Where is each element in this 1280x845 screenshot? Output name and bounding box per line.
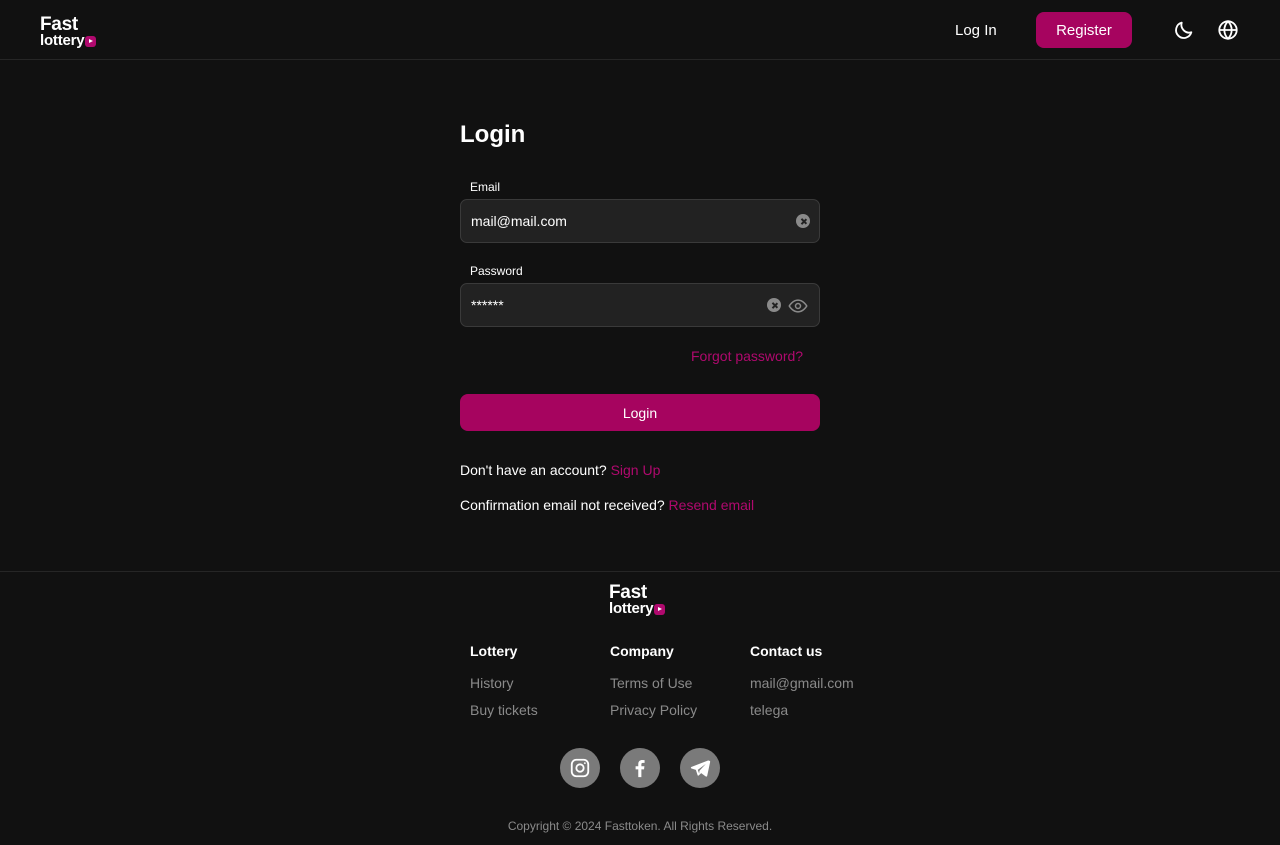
instagram-button[interactable] [560,748,600,788]
password-value[interactable]: ****** [471,297,504,313]
instagram-icon [570,758,590,778]
telegram-icon [690,760,711,777]
email-value[interactable]: mail@mail.com [471,213,567,229]
footer-brand-play-icon [654,604,666,615]
resend-email-link[interactable]: Resend email [669,497,755,513]
eye-icon[interactable] [788,296,808,316]
footer-brand-line2: lottery [609,600,654,617]
password-label: Password [470,264,523,278]
email-field[interactable]: mail@mail.com [460,199,820,243]
globe-icon[interactable] [1217,19,1239,41]
facebook-icon [635,760,645,778]
forgot-password-link[interactable]: Forgot password? [691,348,803,364]
brand-logo[interactable]: Fast lottery [40,15,97,49]
footer-link-privacy[interactable]: Privacy Policy [610,702,697,718]
footer-col-company-title: Company [610,643,674,659]
login-button[interactable]: Login [460,394,820,431]
clear-email-icon[interactable] [796,214,810,228]
moon-icon[interactable] [1173,19,1195,41]
signup-line: Don't have an account? Sign Up [460,462,660,478]
footer-link-email[interactable]: mail@gmail.com [750,675,854,691]
clear-password-icon[interactable] [767,298,781,312]
footer-link-telega[interactable]: telega [750,702,788,718]
brand-line2-wrap: lottery [40,32,97,49]
password-field[interactable]: ****** [460,283,820,327]
footer-brand-line2-wrap: lottery [609,600,666,617]
brand-play-icon [85,36,97,47]
footer-col-lottery-title: Lottery [470,643,518,659]
footer-col-contact-title: Contact us [750,643,823,659]
login-link[interactable]: Log In [955,22,997,39]
telegram-button[interactable] [680,748,720,788]
signup-link[interactable]: Sign Up [611,462,661,478]
footer: Fast lottery Lottery History Buy tickets… [0,571,1280,845]
signup-prompt: Don't have an account? [460,462,607,478]
copyright-text: Copyright © 2024 Fasttoken. All Rights R… [507,819,773,833]
brand-line2: lottery [40,32,85,49]
footer-link-terms[interactable]: Terms of Use [610,675,692,691]
top-header: Fast lottery Log In Register [0,0,1280,60]
email-label: Email [470,180,501,194]
footer-logo[interactable]: Fast lottery [609,583,666,617]
resend-line: Confirmation email not received? Resend … [460,497,754,513]
page-title: Login [460,121,526,148]
facebook-button[interactable] [620,748,660,788]
register-button[interactable]: Register [1036,12,1132,48]
resend-prompt: Confirmation email not received? [460,497,665,513]
footer-link-buy-tickets[interactable]: Buy tickets [470,702,538,718]
footer-link-history[interactable]: History [470,675,514,691]
